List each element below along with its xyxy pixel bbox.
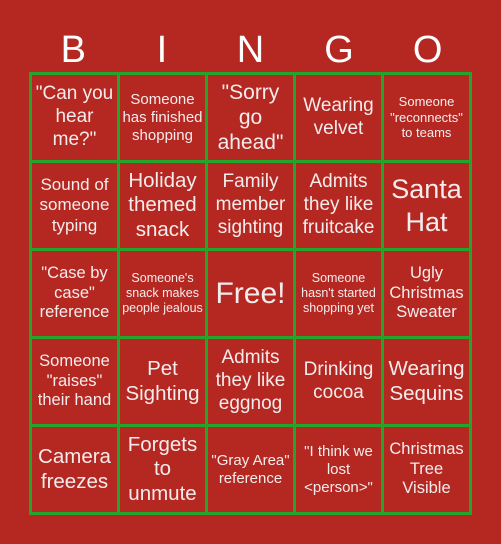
bingo-row: Someone "raises" their hand Pet Sighting…: [29, 336, 472, 427]
bingo-row: "Can you hear me?" Someone has finished …: [29, 72, 472, 163]
bingo-card: "Can you hear me?" Someone has finished …: [29, 72, 472, 515]
bingo-cell[interactable]: Forgets to unmute: [117, 424, 208, 515]
bingo-cell[interactable]: Holiday themed snack: [117, 160, 208, 251]
bingo-cell[interactable]: Someone has finished shopping: [117, 72, 208, 163]
bingo-cell[interactable]: Family member sighting: [205, 160, 296, 251]
header-letter-g: G: [324, 29, 354, 71]
free-space-cell[interactable]: Free!: [205, 248, 296, 339]
bingo-cell[interactable]: Christmas Tree Visible: [381, 424, 472, 515]
bingo-cell[interactable]: Someone's snack makes people jealous: [117, 248, 208, 339]
bingo-cell[interactable]: "I think we lost <person>": [293, 424, 384, 515]
header-letter-i: I: [156, 29, 168, 71]
bingo-cell[interactable]: Pet Sighting: [117, 336, 208, 427]
bingo-row: Sound of someone typing Holiday themed s…: [29, 160, 472, 251]
bingo-cell[interactable]: Admits they like eggnog: [205, 336, 296, 427]
bingo-cell[interactable]: Someone hasn't started shopping yet: [293, 248, 384, 339]
bingo-cell[interactable]: "Case by case" reference: [29, 248, 120, 339]
header-letter-n: N: [236, 29, 265, 71]
bingo-row: Camera freezes Forgets to unmute "Gray A…: [29, 424, 472, 515]
bingo-cell[interactable]: "Can you hear me?": [29, 72, 120, 163]
bingo-cell[interactable]: Admits they like fruitcake: [293, 160, 384, 251]
bingo-cell[interactable]: "Gray Area" reference: [205, 424, 296, 515]
header-letter-b: B: [60, 29, 86, 71]
bingo-cell[interactable]: Someone "raises" their hand: [29, 336, 120, 427]
bingo-cell[interactable]: Ugly Christmas Sweater: [381, 248, 472, 339]
bingo-cell[interactable]: Wearing velvet: [293, 72, 384, 163]
header-letter-o: O: [412, 29, 443, 71]
bingo-cell[interactable]: Santa Hat: [381, 160, 472, 251]
bingo-cell[interactable]: Drinking cocoa: [293, 336, 384, 427]
bingo-cell[interactable]: Sound of someone typing: [29, 160, 120, 251]
bingo-header: B I N G O: [29, 28, 472, 72]
bingo-cell[interactable]: "Sorry go ahead": [205, 72, 296, 163]
bingo-row: "Case by case" reference Someone's snack…: [29, 248, 472, 339]
bingo-cell[interactable]: Wearing Sequins: [381, 336, 472, 427]
bingo-cell[interactable]: Camera freezes: [29, 424, 120, 515]
bingo-cell[interactable]: Someone "reconnects" to teams: [381, 72, 472, 163]
